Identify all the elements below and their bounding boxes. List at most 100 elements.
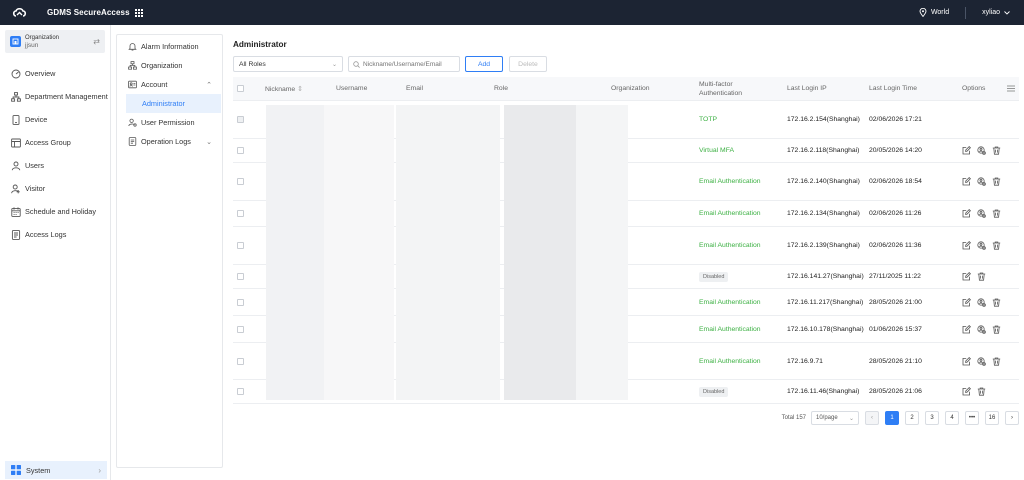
delete-icon[interactable] — [977, 387, 986, 396]
search-icon — [353, 60, 360, 68]
subnav-item-operation-logs[interactable]: Operation Logs ⌄ — [117, 132, 222, 151]
delete-icon[interactable] — [992, 241, 1001, 250]
last-login-ip-cell: 172.16.141.27(Shanghai) — [787, 273, 864, 280]
sidebar-item-users[interactable]: Users — [0, 154, 111, 177]
page-size-value: 10/page — [816, 415, 838, 421]
mfa-cell: Email Authentication — [699, 358, 787, 365]
total-count: Total 157 — [781, 415, 806, 421]
row-checkbox[interactable] — [237, 325, 244, 333]
page-button[interactable]: 4 — [945, 411, 959, 425]
column-settings-icon[interactable] — [1007, 85, 1015, 92]
permission-icon[interactable] — [977, 209, 986, 218]
region-label: World — [930, 9, 950, 16]
permission-icon[interactable] — [977, 177, 986, 186]
last-login-time-cell: 01/06/2026 15:37 — [869, 325, 922, 333]
subnav-item-organization[interactable]: Organization — [117, 56, 222, 75]
last-login-ip-cell: 172.16.9.71 — [787, 357, 823, 365]
subnav-item-account[interactable]: Account ⌃ — [117, 75, 222, 94]
region-selector[interactable]: World — [919, 8, 949, 17]
organization-switcher[interactable]: Organization jjsun ⇄ — [5, 30, 105, 53]
chevron-down-icon — [1004, 10, 1010, 15]
subnav-item-alarm[interactable]: Alarm Information — [117, 37, 222, 56]
edit-icon[interactable] — [962, 177, 971, 186]
edit-icon[interactable] — [962, 209, 971, 218]
delete-icon[interactable] — [992, 357, 1001, 366]
app-logo-icon[interactable] — [12, 7, 27, 18]
more-pages-button[interactable]: ••• — [965, 411, 979, 425]
app-grid-icon[interactable] — [134, 8, 143, 17]
permission-icon[interactable] — [977, 241, 986, 250]
search-box[interactable] — [348, 56, 460, 72]
sidebar-item-schedule-and-holiday[interactable]: Schedule and Holiday — [0, 200, 111, 223]
row-checkbox[interactable] — [237, 273, 244, 280]
row-checkbox[interactable] — [237, 357, 244, 365]
edit-icon[interactable] — [962, 387, 971, 396]
redacted-area — [576, 105, 628, 400]
page-button[interactable]: 1 — [885, 411, 899, 425]
edit-icon[interactable] — [962, 146, 971, 155]
sidebar-item-department-management[interactable]: Department Management — [0, 85, 111, 108]
sidebar-item-access-group[interactable]: Access Group — [0, 131, 111, 154]
sidebar-item-device[interactable]: Device — [0, 108, 111, 131]
page-button[interactable]: 16 — [985, 411, 999, 425]
sidebar-item-visitor[interactable]: Visitor — [0, 177, 111, 200]
sort-icon[interactable]: ⇕ — [297, 86, 303, 93]
mfa-cell: Disabled — [699, 386, 787, 397]
row-checkbox[interactable] — [237, 210, 244, 217]
edit-icon[interactable] — [962, 356, 971, 366]
sidebar-item-access-logs[interactable]: Access Logs — [0, 223, 111, 246]
delete-icon[interactable] — [992, 325, 1001, 334]
last-login-time-cell: 02/06/2026 11:36 — [869, 242, 922, 249]
search-input[interactable] — [363, 60, 455, 68]
mfa-cell: Email Authentication — [699, 242, 787, 249]
role-filter-value: All Roles — [239, 60, 266, 68]
row-checkbox[interactable] — [237, 242, 244, 249]
page-size-select[interactable]: 10/page ⌄ — [811, 411, 859, 425]
user-menu[interactable]: xyliao — [982, 9, 1010, 16]
delete-icon[interactable] — [977, 272, 986, 281]
permission-icon[interactable] — [977, 146, 986, 155]
page-button[interactable]: 3 — [925, 411, 939, 425]
last-login-ip-cell: 172.16.2.134(Shanghai) — [787, 210, 860, 217]
chevron-up-icon: ⌃ — [206, 81, 212, 89]
add-button[interactable]: Add — [465, 56, 503, 72]
row-checkbox[interactable] — [237, 147, 244, 154]
row-checkbox[interactable] — [237, 388, 244, 395]
delete-icon[interactable] — [992, 146, 1001, 155]
row-checkbox[interactable] — [237, 298, 244, 306]
mfa-cell: Email Authentication — [699, 299, 787, 306]
page-button[interactable]: 2 — [905, 411, 919, 425]
header-label: Multi-factor — [699, 80, 733, 88]
select-all-checkbox[interactable] — [237, 85, 244, 92]
mfa-method: Email Authentication — [699, 210, 761, 217]
sidebar-item-system[interactable]: System › — [5, 461, 107, 479]
next-page-button[interactable]: › — [1005, 411, 1019, 425]
delete-icon[interactable] — [992, 177, 1001, 186]
prev-page-button[interactable]: ‹ — [865, 411, 879, 425]
permission-icon[interactable] — [977, 356, 986, 366]
delete-icon[interactable] — [992, 298, 1001, 307]
top-bar: GDMS SecureAccess World xyliao — [0, 0, 1024, 25]
last-login-time-cell: 02/06/2026 17:21 — [869, 116, 922, 123]
row-checkbox[interactable] — [237, 178, 244, 185]
overview-icon — [11, 69, 21, 79]
delete-button[interactable]: Delete — [509, 56, 547, 72]
sidebar-item-label: Users — [25, 161, 45, 170]
permission-icon[interactable] — [977, 324, 986, 334]
role-filter-select[interactable]: All Roles ⌄ — [233, 56, 343, 72]
swap-icon[interactable]: ⇄ — [93, 37, 100, 46]
edit-icon[interactable] — [962, 324, 971, 334]
edit-icon[interactable] — [962, 297, 971, 307]
subnav-item-administrator[interactable]: Administrator — [126, 94, 221, 113]
column-email: Email — [406, 85, 423, 92]
edit-icon[interactable] — [962, 241, 971, 250]
sidebar-item-label: Visitor — [25, 184, 46, 193]
mfa-status-badge: Disabled — [699, 386, 729, 397]
edit-icon[interactable] — [962, 272, 971, 281]
column-nickname[interactable]: Nickname ⇕ — [265, 85, 336, 93]
delete-icon[interactable] — [992, 209, 1001, 218]
subnav-item-user-permission[interactable]: User Permission — [117, 113, 222, 132]
permission-icon[interactable] — [977, 297, 986, 307]
sidebar-item-overview[interactable]: Overview — [0, 62, 111, 85]
last-login-time-cell: 28/05/2026 21:00 — [869, 298, 922, 306]
